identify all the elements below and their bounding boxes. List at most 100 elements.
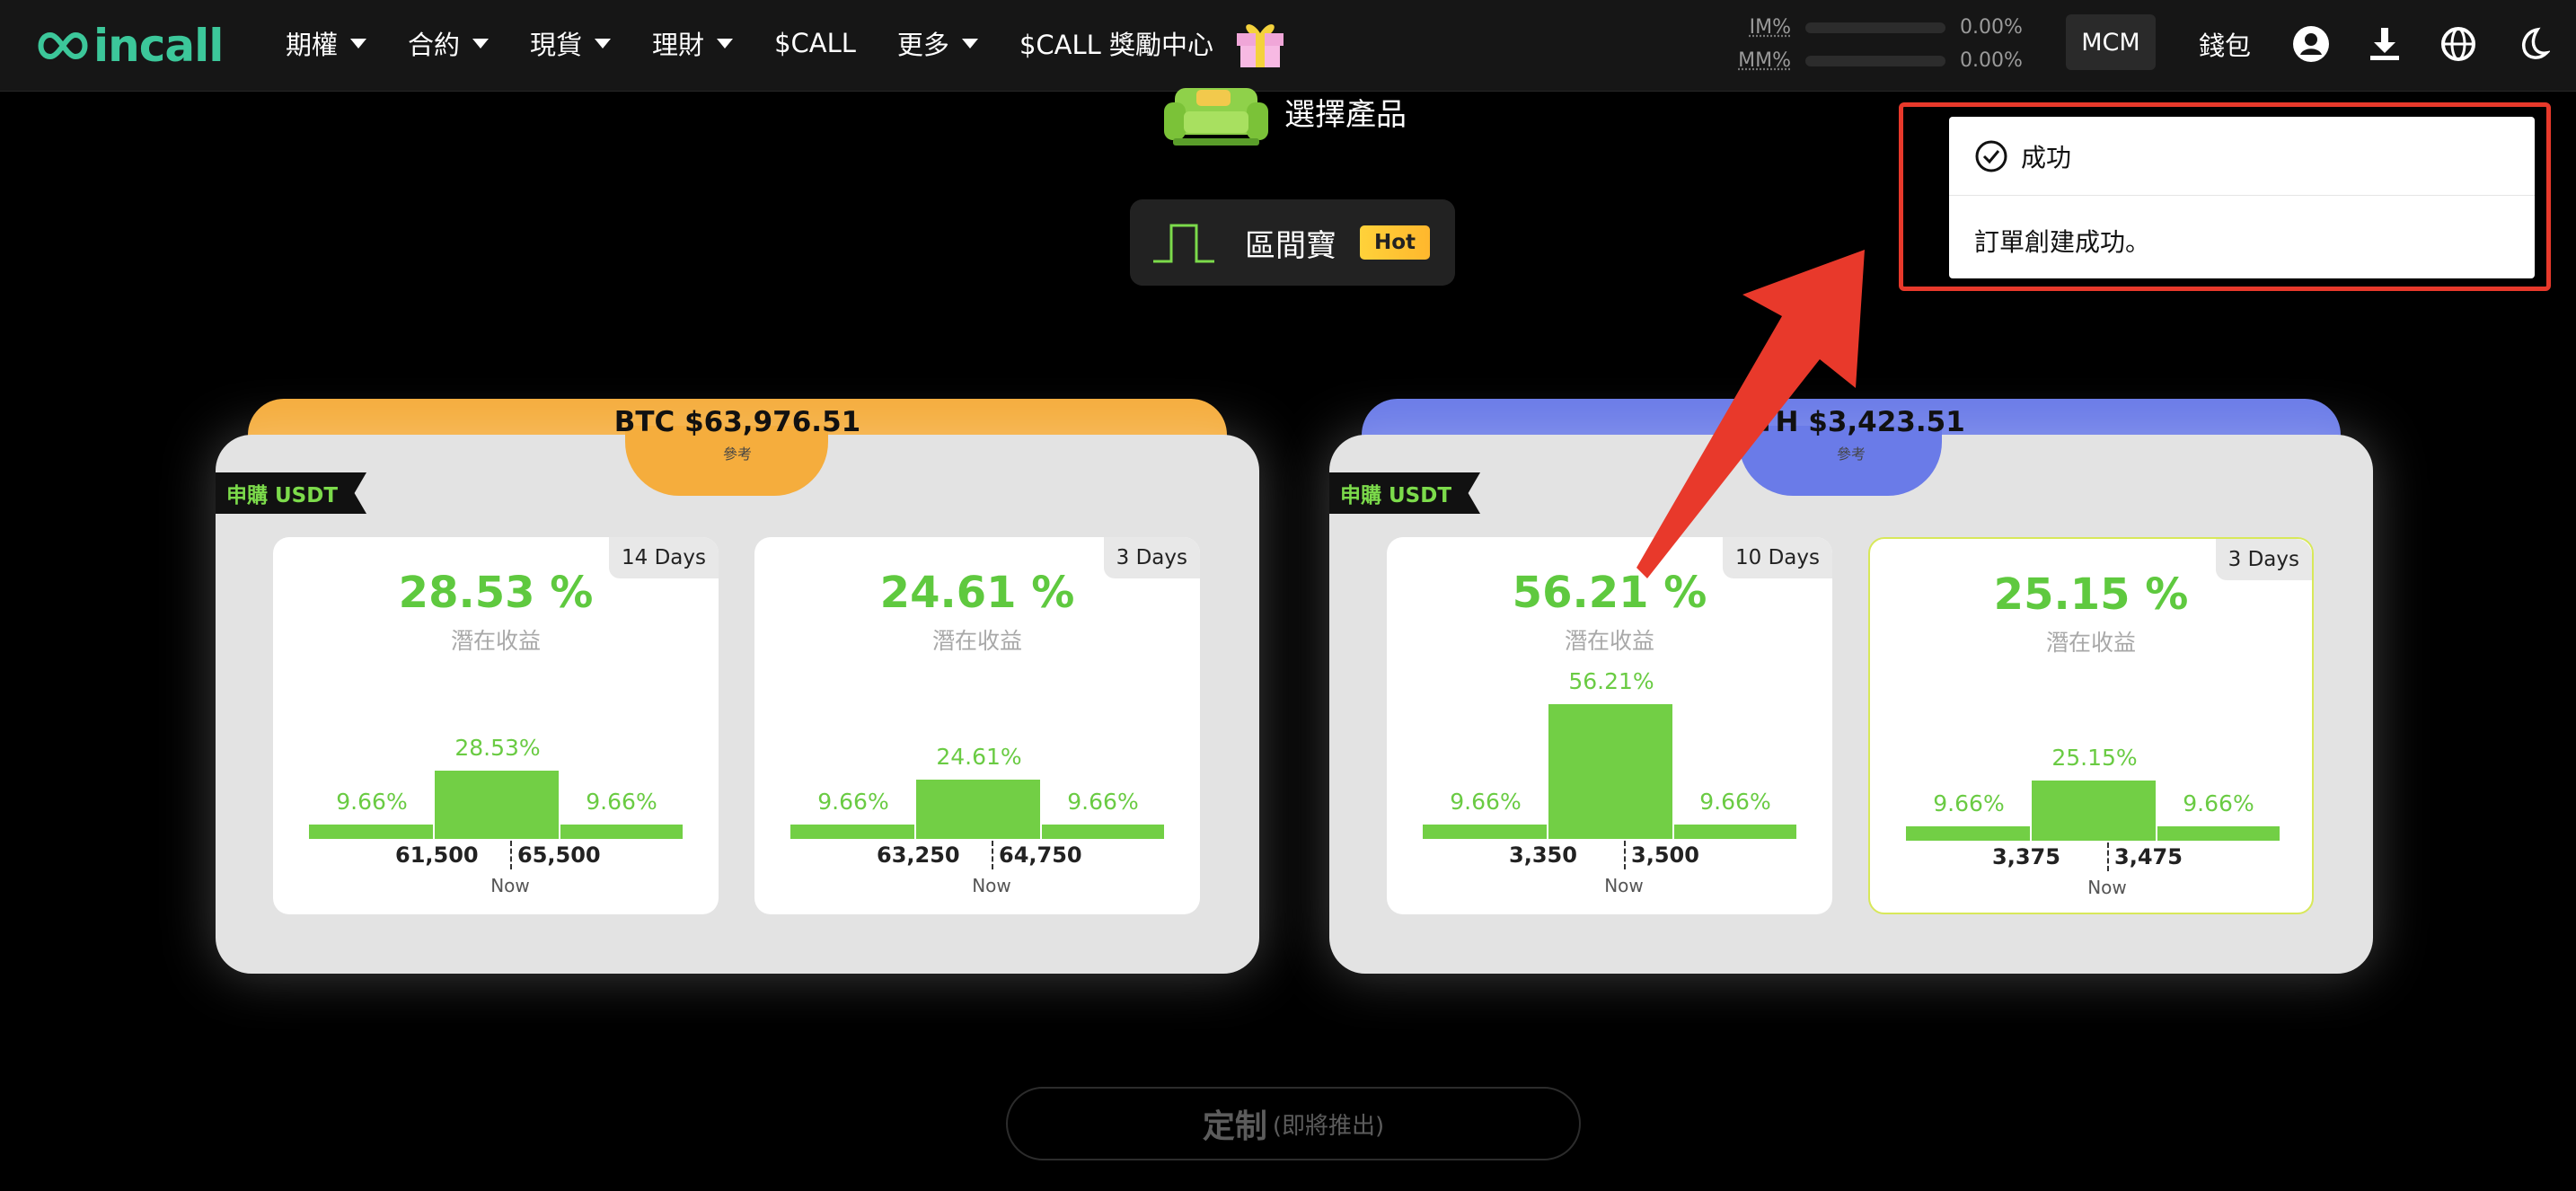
left-side-bar <box>1906 826 2030 841</box>
now-label: Now <box>972 875 1011 896</box>
product-card[interactable]: 3 Days 24.61 % 潛在收益 9.66% 24.61% 9.66% 63,250 6… <box>754 537 1200 914</box>
mcm-account-button[interactable]: MCM <box>2066 14 2156 70</box>
left-side-bar <box>790 825 914 839</box>
mm-bar <box>1805 55 1945 66</box>
center-bar <box>1548 704 1672 839</box>
range-low-tick: 3,375 <box>1992 844 2060 869</box>
range-low-tick: 3,350 <box>1509 843 1577 868</box>
payoff-chart: 9.66% 56.21% 9.66% 3,350 3,500 Now <box>1423 668 1796 896</box>
sofa-icon <box>1164 88 1268 146</box>
coincall-logo[interactable]: incall <box>34 20 224 72</box>
menu-spot[interactable]: 現貨 <box>530 24 612 62</box>
download-icon[interactable] <box>2364 23 2405 65</box>
logo-text: incall <box>93 20 224 72</box>
range-product-tab[interactable]: 區間寶 Hot <box>1130 199 1455 286</box>
left-yield-label: 9.66% <box>817 789 889 815</box>
right-yield-label: 9.66% <box>2183 790 2254 816</box>
product-card[interactable]: 10 Days 56.21 % 潛在收益 9.66% 56.21% 9.66% 3,350 3… <box>1387 537 1832 914</box>
btc-panel: BTC $63,976.51 參考 申購 USDT 14 Days 28.53 %… <box>216 399 1259 974</box>
left-side-bar <box>309 825 433 839</box>
menu-rewards-label: $CALL 獎勵中心 <box>1019 30 1214 60</box>
menu-futures[interactable]: 合約 <box>408 24 490 62</box>
check-circle-icon <box>1975 140 2007 172</box>
caret-down-icon <box>961 38 978 49</box>
potential-yield: 25.15 % <box>1993 569 2189 620</box>
menu-options[interactable]: 期權 <box>286 24 367 62</box>
now-marker <box>1624 841 1626 869</box>
menu-more-label: 更多 <box>896 30 949 60</box>
range-low-tick: 61,500 <box>395 843 479 868</box>
menu-futures-label: 合約 <box>408 30 461 60</box>
eth-subscribe-ribbon: 申購 USDT <box>1329 472 1481 514</box>
mm-label[interactable]: MM% <box>1734 49 1791 72</box>
now-label: Now <box>2087 877 2127 898</box>
caret-down-icon <box>350 38 367 49</box>
payoff-chart: 9.66% 25.15% 9.66% 3,375 3,475 Now <box>1906 683 2280 898</box>
wallet-link[interactable]: 錢包 <box>2199 25 2251 63</box>
right-side-bar <box>2157 826 2280 841</box>
gift-icon <box>1237 24 1284 67</box>
mm-value: 0.00% <box>1960 49 2023 72</box>
custom-product-button[interactable]: 定制 (即將推出) <box>1006 1087 1581 1160</box>
menu-call-token[interactable]: $CALL <box>774 28 856 58</box>
right-side-bar <box>1674 825 1796 839</box>
success-toast[interactable]: 成功 訂單創建成功。 <box>1949 117 2535 278</box>
btc-subscribe-ribbon: 申購 USDT <box>216 472 367 514</box>
range-low-tick: 63,250 <box>877 843 960 868</box>
caret-down-icon <box>595 38 612 49</box>
center-bar <box>2032 781 2156 841</box>
right-side-bar <box>560 825 683 839</box>
moon-icon[interactable] <box>2511 23 2553 65</box>
now-marker <box>2107 843 2109 871</box>
left-yield-label: 9.66% <box>1450 789 1522 815</box>
range-high-tick: 64,750 <box>999 843 1082 868</box>
range-high-tick: 3,500 <box>1631 843 1699 868</box>
payoff-chart: 9.66% 24.61% 9.66% 63,250 64,750 Now <box>790 681 1164 896</box>
right-yield-label: 9.66% <box>1699 789 1771 815</box>
center-yield-label: 28.53% <box>454 735 541 761</box>
right-yield-label: 9.66% <box>1067 789 1139 815</box>
left-side-bar <box>1423 825 1547 839</box>
menu-rewards-center[interactable]: $CALL 獎勵中心 <box>1019 17 1287 69</box>
btc-price: BTC $63,976.51 <box>613 406 861 438</box>
caret-down-icon <box>472 38 490 49</box>
menu-options-label: 期權 <box>286 30 339 60</box>
now-marker <box>992 841 993 869</box>
custom-button-label: 定制 <box>1202 1108 1267 1145</box>
btc-price-reference: 參考 <box>722 446 752 463</box>
toast-message: 訂單創建成功。 <box>1974 227 2151 257</box>
right-side-bar <box>1042 825 1164 839</box>
hot-badge: Hot <box>1360 225 1431 260</box>
potential-yield-label: 潛在收益 <box>1564 628 1654 654</box>
left-yield-label: 9.66% <box>1933 790 2005 816</box>
annotation-arrow <box>1636 250 1865 578</box>
product-card[interactable]: 3 Days 25.15 % 潛在收益 9.66% 25.15% 9.66% 3,375 3,… <box>1868 537 2314 914</box>
im-row: IM% 0.00% <box>1734 11 2030 44</box>
potential-yield: 28.53 % <box>398 568 594 618</box>
center-bar <box>916 780 1040 839</box>
menu-earn-label: 理財 <box>652 30 705 60</box>
now-label: Now <box>490 875 530 896</box>
margin-ratio-panel: IM% 0.00% MM% 0.00% <box>1734 11 2030 77</box>
potential-yield-label: 潛在收益 <box>931 628 1022 654</box>
menu-spot-label: 現貨 <box>530 30 583 60</box>
toast-header: 成功 <box>1949 117 2535 196</box>
menu-more[interactable]: 更多 <box>897 24 978 62</box>
account-icon[interactable] <box>2290 23 2332 65</box>
im-label[interactable]: IM% <box>1734 16 1791 39</box>
select-product-header: 選擇產品 <box>1164 75 1407 147</box>
globe-icon[interactable] <box>2438 23 2479 65</box>
menu-call-token-label: $CALL <box>774 28 856 58</box>
menu-earn[interactable]: 理財 <box>652 24 734 62</box>
range-high-tick: 65,500 <box>517 843 601 868</box>
now-label: Now <box>1604 875 1644 896</box>
product-card[interactable]: 14 Days 28.53 % 潛在收益 9.66% 28.53% 9.66% 61,500… <box>273 537 719 914</box>
center-yield-label: 24.61% <box>936 744 1022 770</box>
now-marker <box>510 841 512 869</box>
payoff-chart: 9.66% 28.53% 9.66% 61,500 65,500 Now <box>309 681 683 896</box>
im-bar <box>1805 22 1945 33</box>
center-yield-label: 56.21% <box>1568 668 1654 694</box>
center-yield-label: 25.15% <box>2051 745 2138 771</box>
potential-yield-label: 潛在收益 <box>2045 630 2136 656</box>
select-product-label: 選擇產品 <box>1284 96 1407 133</box>
